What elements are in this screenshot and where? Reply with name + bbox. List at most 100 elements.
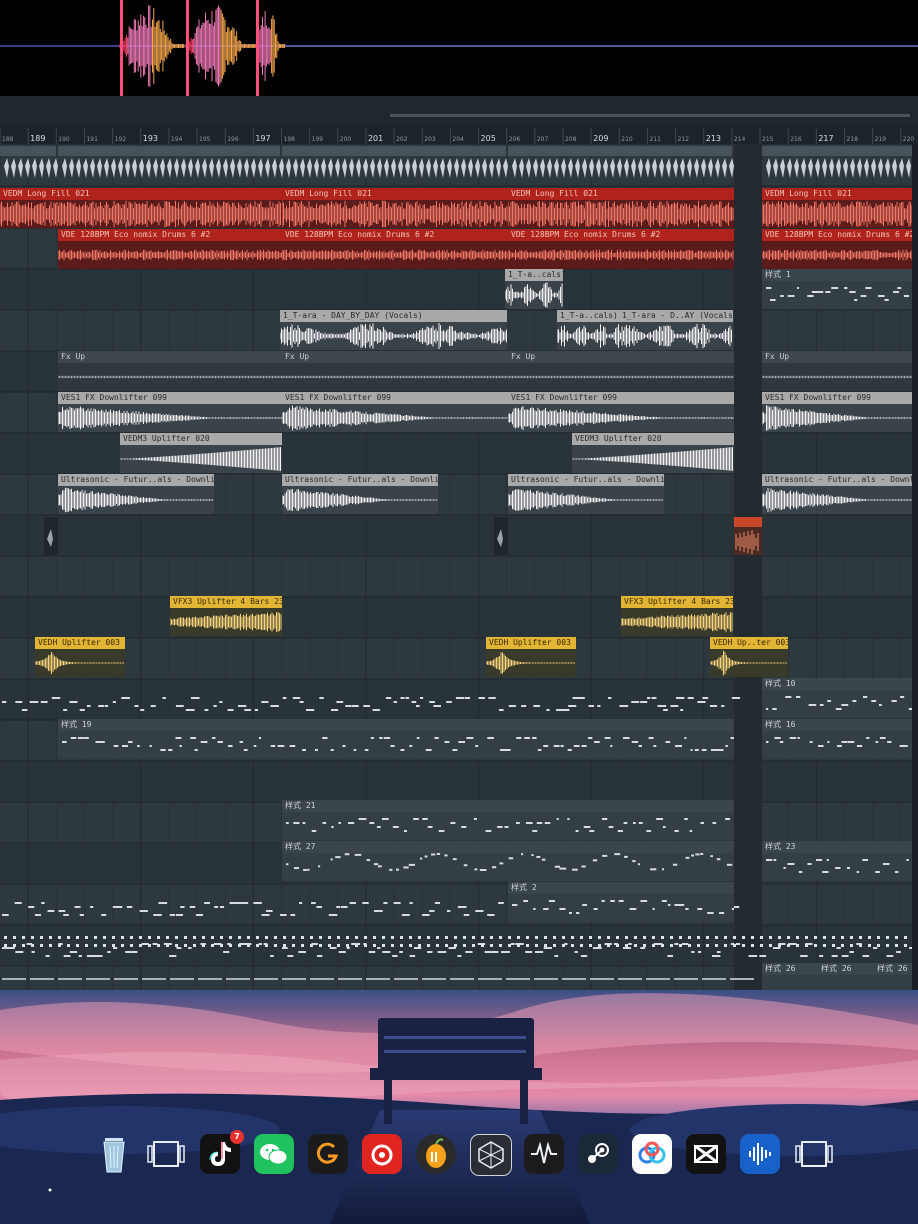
clip-ultra2[interactable]: Ultrasonic - Futur..als - Downlifter 13	[282, 474, 438, 514]
clip-note	[887, 741, 892, 743]
clip-note	[672, 863, 678, 866]
clip-ultra1[interactable]: Ultrasonic - Futur..als - Downlifter 13	[58, 474, 214, 514]
clip-vocal_main[interactable]: 1_T-ara - DAY_BY_DAY (Vocals)	[280, 310, 507, 350]
clip-waveform	[505, 281, 563, 309]
task-view-icon[interactable]	[146, 1134, 186, 1174]
clip-fxup2[interactable]: Fx Up	[282, 351, 508, 391]
clip-pattern2[interactable]: 样式 2	[508, 882, 734, 922]
clip-note	[364, 749, 369, 751]
clip-vedh2[interactable]: VEDH Uplifter 003	[486, 637, 576, 677]
clip-down4[interactable]: VES1 FX Downlifter 099	[762, 392, 918, 432]
clip-down3[interactable]: VES1 FX Downlifter 099	[508, 392, 734, 432]
task-view-2-icon[interactable]	[794, 1134, 834, 1174]
clip-pattern27[interactable]: 样式 27	[282, 841, 734, 881]
clip-fill2[interactable]: VEDM Long Fill 021	[282, 188, 508, 228]
app-audio-icon[interactable]	[740, 1134, 780, 1174]
clip-note	[70, 737, 77, 739]
clip-note	[270, 745, 276, 747]
clip-name: 1_T-a..cals)	[557, 310, 619, 322]
clip-pattern26a[interactable]: 样式 26	[762, 963, 818, 990]
clip-down1[interactable]: VES1 FX Downlifter 099	[58, 392, 282, 432]
clip-note	[373, 863, 379, 866]
ruler-bar-label: 215	[762, 136, 774, 143]
clip-note	[409, 745, 413, 747]
timeline-ruler[interactable]: 188 189 190 191 192 193 194 195 196 197 198 199 200 2…	[0, 96, 918, 145]
ruler-bar-label: 188	[2, 136, 14, 143]
clip-pattern19[interactable]: 样式 19	[58, 719, 734, 759]
clip-note	[725, 818, 731, 820]
clip-vedh1[interactable]: VEDH Uplifter 003	[35, 637, 125, 677]
clip-note	[179, 745, 182, 747]
wechat-icon[interactable]	[254, 1134, 294, 1174]
clip-vocal_c[interactable]: 1_T-ara - D..AY (Vocals)	[619, 310, 733, 350]
clip-ultra3[interactable]: Ultrasonic - Futur..als - Downlifter 13	[508, 474, 664, 514]
clip-drums2[interactable]: VDE 128BPM Eco nomix Drums 6 #2	[282, 229, 508, 269]
clip-fill4[interactable]: VEDM Long Fill 021	[762, 188, 918, 228]
clip-vfx1[interactable]: VFX3 Uplifter 4 Bars 23	[170, 596, 282, 636]
ruler-bar-label: 194	[171, 136, 183, 143]
clip-note	[897, 287, 902, 289]
clip-pattern26b[interactable]: 样式 26	[818, 963, 874, 990]
ruler-bar-label: 210	[621, 136, 633, 143]
clip-note	[431, 853, 436, 856]
tiktok-icon[interactable]: 7	[200, 1130, 244, 1174]
clip-note	[614, 853, 621, 856]
clip-upl1[interactable]: VEDM3 Uplifter 020	[120, 433, 282, 473]
clip-pattern16[interactable]: 样式 16	[762, 719, 918, 759]
overview-marker	[256, 0, 259, 96]
clip-note	[632, 860, 636, 863]
clip-note	[537, 749, 542, 751]
app-waveform-icon[interactable]	[524, 1134, 564, 1174]
clip-note	[452, 858, 457, 861]
clip-note	[383, 737, 391, 739]
capcut-icon[interactable]	[686, 1134, 726, 1174]
clip-waveform	[508, 404, 734, 432]
clip-vocal_small[interactable]: 1_T-a..cals)	[505, 269, 563, 309]
clip-note	[536, 822, 543, 824]
baidu-netdisk-icon[interactable]	[632, 1134, 672, 1174]
app-g-icon[interactable]	[308, 1134, 348, 1174]
fl-studio-icon[interactable]	[416, 1134, 456, 1174]
steam-icon[interactable]	[578, 1134, 618, 1174]
clip-note	[436, 853, 441, 856]
playlist-area[interactable]: VEDM Long Fill 021 VEDM Long Fill 021 VEDM…	[0, 144, 918, 990]
clip-pattern1[interactable]: 样式 1	[762, 269, 918, 309]
netease-music-icon[interactable]	[362, 1134, 402, 1174]
clip-fxup3[interactable]: Fx Up	[508, 351, 734, 391]
clip-down2[interactable]: VES1 FX Downlifter 099	[282, 392, 508, 432]
clip-note	[392, 826, 399, 828]
clip-ultra4[interactable]: Ultrasonic - Futur..als - Downlifter 13	[762, 474, 918, 514]
clip-note	[631, 741, 639, 743]
clip-note	[532, 830, 538, 832]
clip-pattern21[interactable]: 样式 21	[282, 800, 734, 840]
clip-name: 样式 10	[762, 678, 918, 690]
clip-note	[548, 900, 555, 902]
clip-fxup1[interactable]: Fx Up	[58, 351, 282, 391]
clip-layer[interactable]: VEDM Long Fill 021 VEDM Long Fill 021 VEDM…	[0, 144, 918, 990]
playlist-scroll-edge[interactable]	[912, 144, 918, 990]
ruler-bar-label: 195	[199, 136, 211, 143]
clip-pattern10[interactable]: 样式 10	[762, 678, 918, 718]
clip-vfx2[interactable]: VFX3 Uplifter 4 Bars 23	[621, 596, 733, 636]
clip-drums4[interactable]: VDE 128BPM Eco nomix Drums 6 #2	[762, 229, 918, 269]
clip-waveform	[58, 241, 282, 269]
clip-pattern23[interactable]: 样式 23	[762, 841, 918, 881]
waveform-overview	[0, 0, 918, 96]
clip-note	[293, 867, 300, 870]
clip-drums1[interactable]: VDE 128BPM Eco nomix Drums 6 #2	[58, 229, 282, 269]
clip-fill3[interactable]: VEDM Long Fill 021	[508, 188, 734, 228]
app-hex-icon[interactable]	[470, 1134, 512, 1176]
recycle-bin-icon[interactable]	[94, 1134, 134, 1174]
clip-fxup4[interactable]: Fx Up	[762, 351, 918, 391]
clip-note	[662, 826, 666, 828]
clip-fill1[interactable]: VEDM Long Fill 021	[0, 188, 282, 228]
clip-drums3[interactable]: VDE 128BPM Eco nomix Drums 6 #2	[508, 229, 734, 269]
clip-waveform	[58, 404, 282, 432]
clip-note	[335, 856, 341, 859]
clip-upl2[interactable]: VEDM3 Uplifter 020	[572, 433, 734, 473]
clip-vedh3[interactable]: VEDH Up..ter 003	[710, 637, 788, 677]
clip-vocal_b[interactable]: 1_T-a..cals)	[557, 310, 619, 350]
clip-note	[438, 830, 445, 832]
clip-note	[712, 822, 717, 824]
clip-note	[822, 871, 829, 873]
